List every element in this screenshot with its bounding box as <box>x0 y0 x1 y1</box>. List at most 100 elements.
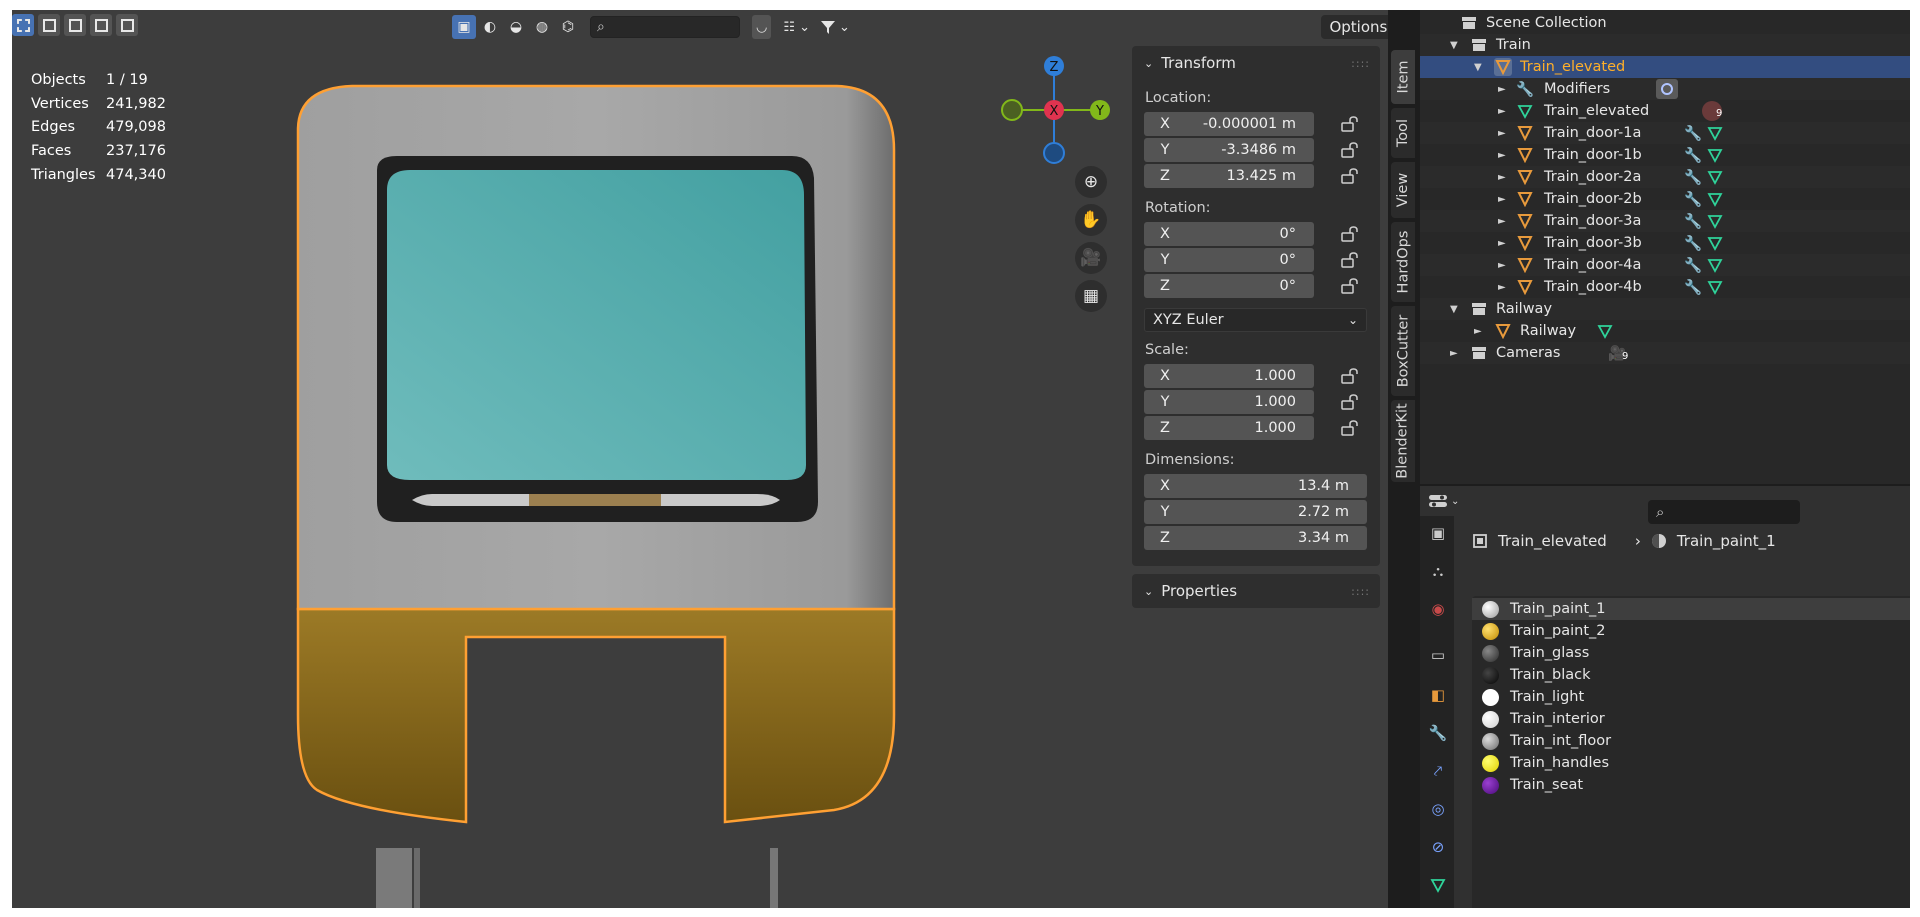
outliner-row-mesh-data[interactable]: ► Train_elevated 9 <box>1420 100 1910 122</box>
output-properties-icon[interactable]: ⛬ <box>1427 560 1449 582</box>
outliner-row-door[interactable]: ► Train_door-4b 🔧 <box>1420 276 1910 298</box>
collection-properties-icon[interactable]: ▭ <box>1427 644 1449 666</box>
camera-icon[interactable]: 🎥 <box>1075 242 1107 274</box>
lock-open-icon[interactable] <box>1341 394 1359 410</box>
options-button[interactable]: Options ⌄ <box>1321 15 1388 39</box>
expand-right-icon[interactable]: ► <box>1498 238 1506 249</box>
breadcrumb-material[interactable]: Train_paint_1 <box>1677 532 1776 550</box>
expand-down-icon[interactable]: ▼ <box>1450 40 1458 51</box>
lock-open-icon[interactable] <box>1341 116 1359 132</box>
tab-tool[interactable]: Tool <box>1391 108 1415 158</box>
material-slot[interactable]: Train_paint_2 <box>1472 620 1910 642</box>
mesh-data-icon[interactable] <box>1596 322 1614 340</box>
expand-right-icon[interactable]: ► <box>1450 348 1458 359</box>
lock-open-icon[interactable] <box>1341 278 1359 294</box>
outliner-row-door[interactable]: ► Train_door-4a 🔧 <box>1420 254 1910 276</box>
properties-search-input[interactable] <box>1668 504 1789 520</box>
expand-right-icon[interactable]: ► <box>1498 150 1506 161</box>
physics-properties-icon[interactable]: ◎ <box>1427 798 1449 820</box>
scale-y-field[interactable]: Y 1.000 <box>1144 390 1314 414</box>
mesh-data-icon[interactable] <box>1706 234 1724 252</box>
3d-viewport[interactable]: ▣ ◐ ◒ ◍ ⌬ ⌕ ◡ ☷ ⌄ ⌄ Options ⌄ Objects1 /… <box>12 10 1388 908</box>
lock-open-icon[interactable] <box>1341 368 1359 384</box>
lock-open-icon[interactable] <box>1341 142 1359 158</box>
wrench-icon[interactable]: 🔧 <box>1684 124 1702 142</box>
material-slot[interactable]: Train_black <box>1472 664 1910 686</box>
outliner-row-door[interactable]: ► Train_door-3b 🔧 <box>1420 232 1910 254</box>
rotation-z-field[interactable]: Z 0° <box>1144 274 1314 298</box>
gizmo-neg-y-icon[interactable] <box>1001 99 1023 121</box>
gizmo-neg-z-icon[interactable] <box>1043 142 1065 164</box>
tab-boxcutter[interactable]: BoxCutter <box>1391 306 1415 396</box>
expand-right-icon[interactable]: ► <box>1474 326 1482 337</box>
outliner-row-train[interactable]: ▼ Train <box>1420 34 1910 56</box>
outliner-row-train-elevated[interactable]: ▼ Train_elevated <box>1420 56 1910 78</box>
wrench-icon[interactable]: 🔧 <box>1684 146 1702 164</box>
breadcrumb-object[interactable]: Train_elevated <box>1498 532 1607 550</box>
properties-panel-header[interactable]: ⌄ Properties :::: <box>1132 574 1380 608</box>
outliner-row-door[interactable]: ► Train_door-3a 🔧 <box>1420 210 1910 232</box>
mesh-data-icon[interactable] <box>1427 874 1449 896</box>
tab-blenderkit[interactable]: BlenderKit <box>1391 400 1415 482</box>
tab-hardops[interactable]: HardOps <box>1391 222 1415 302</box>
lock-open-icon[interactable] <box>1341 420 1359 436</box>
drag-grip-icon[interactable]: :::: <box>1351 585 1370 598</box>
wrench-icon[interactable]: 🔧 <box>1684 278 1702 296</box>
mesh-data-icon[interactable] <box>1706 256 1724 274</box>
dimensions-z-field[interactable]: Z 3.34 m <box>1144 526 1367 550</box>
material-slot[interactable]: Train_handles <box>1472 752 1910 774</box>
expand-right-icon[interactable]: ► <box>1498 260 1506 271</box>
properties-search-field[interactable]: ⌕ <box>1648 500 1800 524</box>
material-slot[interactable]: Train_paint_1 <box>1472 598 1910 620</box>
modifier-properties-icon[interactable]: 🔧 <box>1427 722 1449 744</box>
location-z-field[interactable]: Z 13.425 m <box>1144 164 1314 188</box>
outliner-row-railway-collection[interactable]: ▼ Railway <box>1420 298 1910 320</box>
material-slot[interactable]: Train_glass <box>1472 642 1910 664</box>
material-slot[interactable]: Train_int_floor <box>1472 730 1910 752</box>
mesh-data-icon[interactable] <box>1706 168 1724 186</box>
mesh-data-icon[interactable] <box>1706 278 1724 296</box>
editor-type-dropdown[interactable]: ⌄ <box>1428 490 1466 512</box>
particles-properties-icon[interactable]: ⤤ <box>1427 760 1449 782</box>
outliner-row-cameras-collection[interactable]: ► Cameras 🎥 9 <box>1420 342 1910 364</box>
mesh-data-icon[interactable] <box>1706 190 1724 208</box>
outliner-row-door[interactable]: ► Train_door-1a 🔧 <box>1420 122 1910 144</box>
wrench-icon[interactable]: 🔧 <box>1684 168 1702 186</box>
wrench-icon[interactable]: 🔧 <box>1684 234 1702 252</box>
mesh-data-icon[interactable] <box>1706 212 1724 230</box>
expand-right-icon[interactable]: ► <box>1498 216 1506 227</box>
hand-pan-icon[interactable]: ✋ <box>1075 204 1107 236</box>
expand-right-icon[interactable]: ► <box>1498 128 1506 139</box>
outliner-row-door[interactable]: ► Train_door-1b 🔧 <box>1420 144 1910 166</box>
tab-item[interactable]: Item <box>1391 50 1415 104</box>
scale-z-field[interactable]: Z 1.000 <box>1144 416 1314 440</box>
expand-right-icon[interactable]: ► <box>1498 172 1506 183</box>
expand-down-icon[interactable]: ▼ <box>1474 62 1482 73</box>
outliner-row-scene-collection[interactable]: Scene Collection <box>1420 12 1910 34</box>
expand-right-icon[interactable]: ► <box>1498 282 1506 293</box>
material-slot[interactable]: Train_interior <box>1472 708 1910 730</box>
mesh-data-icon[interactable] <box>1706 146 1724 164</box>
wrench-icon[interactable]: 🔧 <box>1684 212 1702 230</box>
lock-open-icon[interactable] <box>1341 252 1359 268</box>
constraints-properties-icon[interactable]: ⊘ <box>1427 836 1449 858</box>
lock-open-icon[interactable] <box>1341 226 1359 242</box>
expand-right-icon[interactable]: ► <box>1498 194 1506 205</box>
wrench-icon[interactable]: 🔧 <box>1684 190 1702 208</box>
rotation-y-field[interactable]: Y 0° <box>1144 248 1314 272</box>
outliner-row-door[interactable]: ► Train_door-2b 🔧 <box>1420 188 1910 210</box>
lock-open-icon[interactable] <box>1341 168 1359 184</box>
expand-right-icon[interactable]: ► <box>1498 84 1506 95</box>
location-y-field[interactable]: Y -3.3486 m <box>1144 138 1314 162</box>
train-model[interactable]: Z Y X <box>12 10 1132 908</box>
tab-view[interactable]: View <box>1391 162 1415 218</box>
mesh-data-icon[interactable] <box>1706 124 1724 142</box>
dimensions-x-field[interactable]: X 13.4 m <box>1144 474 1367 498</box>
expand-down-icon[interactable]: ▼ <box>1450 304 1458 315</box>
grid-icon[interactable]: ▦ <box>1075 280 1107 312</box>
location-x-field[interactable]: X -0.000001 m <box>1144 112 1314 136</box>
material-slot[interactable]: Train_seat <box>1472 774 1910 796</box>
dimensions-y-field[interactable]: Y 2.72 m <box>1144 500 1367 524</box>
scene-properties-icon[interactable]: ◉ <box>1427 598 1449 620</box>
material-slot[interactable]: Train_light <box>1472 686 1910 708</box>
